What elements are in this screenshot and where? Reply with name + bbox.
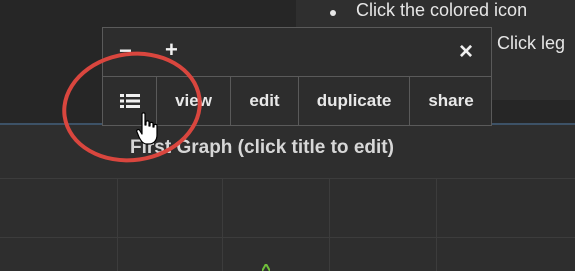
grid-line (436, 178, 437, 271)
close-icon[interactable]: × (459, 40, 473, 64)
grid-line (117, 178, 118, 271)
grid-line (0, 237, 575, 238)
share-button[interactable]: share (410, 77, 492, 125)
grid-line (329, 178, 330, 271)
help-line-2: Click leg (497, 33, 566, 53)
duplicate-button[interactable]: duplicate (299, 77, 410, 125)
bullet-icon (330, 10, 336, 16)
hand-cursor-icon (136, 112, 158, 145)
grid-line (0, 178, 575, 179)
edit-button[interactable]: edit (231, 77, 299, 125)
series-marker (262, 264, 270, 271)
grid-line (222, 178, 223, 271)
help-line-1: Click the colored icon (356, 0, 528, 20)
